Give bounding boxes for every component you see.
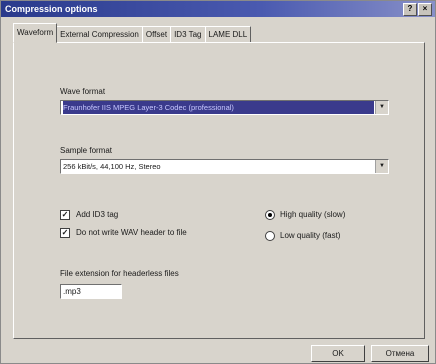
tab-lame-dll[interactable]: LAME DLL	[204, 26, 252, 43]
help-button[interactable]: ?	[403, 3, 417, 16]
file-extension-label: File extension for headerless files	[60, 269, 179, 278]
chevron-down-icon[interactable]: ▼	[375, 160, 388, 173]
tab-external-compression[interactable]: External Compression	[56, 26, 143, 43]
radio-dot-icon	[268, 213, 272, 217]
file-extension-input[interactable]: .mp3	[60, 284, 122, 299]
wave-format-label: Wave format	[60, 87, 106, 96]
high-quality-label: High quality (slow)	[280, 210, 346, 219]
sample-format-value: 256 kBit/s, 44,100 Hz, Stereo	[63, 162, 161, 171]
low-quality-radio[interactable]	[265, 231, 275, 241]
ok-button[interactable]: OK	[311, 345, 365, 362]
low-quality-label: Low quality (fast)	[280, 231, 341, 240]
chevron-down-icon[interactable]: ▼	[375, 101, 388, 114]
close-button[interactable]: ×	[418, 3, 432, 16]
no-wav-header-label: Do not write WAV header to file	[76, 228, 187, 237]
window-title: Compression options	[5, 4, 98, 14]
tab-offset[interactable]: Offset	[141, 26, 172, 43]
add-id3-tag-label: Add ID3 tag	[76, 210, 119, 219]
compression-options-dialog: Compression options ? × Waveform Externa…	[0, 0, 436, 364]
title-buttons: ? ×	[403, 3, 432, 16]
cancel-button[interactable]: Отмена	[371, 345, 429, 362]
no-wav-header-checkbox[interactable]: ✓	[60, 228, 70, 238]
sample-format-select[interactable]: 256 kBit/s, 44,100 Hz, Stereo ▼	[60, 159, 389, 174]
tab-strip: Waveform External Compression Offset ID3…	[13, 23, 252, 43]
wave-format-value: Fraunhofer IIS MPEG Layer-3 Codec (profe…	[63, 101, 374, 114]
tab-id3-tag[interactable]: ID3 Tag	[170, 26, 206, 43]
waveform-panel: Wave format Fraunhofer IIS MPEG Layer-3 …	[13, 42, 425, 339]
high-quality-radio[interactable]	[265, 210, 275, 220]
tab-waveform[interactable]: Waveform	[13, 23, 58, 43]
sample-format-label: Sample format	[60, 146, 113, 155]
title-bar: Compression options ? ×	[1, 1, 435, 17]
wave-format-select[interactable]: Fraunhofer IIS MPEG Layer-3 Codec (profe…	[60, 100, 389, 115]
add-id3-tag-checkbox[interactable]: ✓	[60, 210, 70, 220]
